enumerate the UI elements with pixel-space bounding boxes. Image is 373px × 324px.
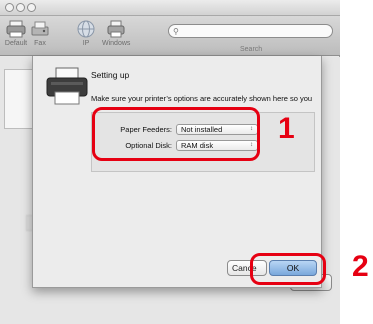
printer-icon [45, 66, 89, 106]
toolbar-windows-label: Windows [102, 40, 131, 47]
search-icon: ⚲ [173, 27, 179, 36]
sheet-title: Setting up [91, 70, 130, 80]
toolbar-windows-button[interactable]: Windows [102, 19, 130, 47]
minimize-window-button[interactable] [16, 3, 25, 12]
close-window-button[interactable] [5, 3, 14, 12]
ip-globe-icon [76, 19, 96, 39]
callout-number-1: 1 [278, 112, 295, 145]
toolbar: Default Fax IP Windows ⚲ Search [0, 16, 340, 56]
title-bar [0, 0, 340, 16]
callout-highlight-ok [250, 253, 326, 285]
search-caption: Search [240, 46, 263, 53]
sheet-description: Make sure your printer’s options are acc… [91, 94, 313, 103]
toolbar-fax-button[interactable]: Fax [26, 19, 54, 47]
search-input[interactable]: ⚲ [168, 24, 333, 38]
zoom-window-button[interactable] [27, 3, 36, 12]
callout-number-2: 2 [352, 250, 369, 283]
toolbar-ip-label: IP [82, 40, 90, 47]
callout-highlight-options [92, 107, 260, 161]
windows-printer-icon [106, 19, 126, 39]
toolbar-ip-button[interactable]: IP [72, 19, 100, 47]
fax-icon [30, 19, 50, 39]
toolbar-fax-label: Fax [34, 40, 46, 47]
printer-default-icon [6, 19, 26, 39]
printer-list-edge [4, 69, 34, 129]
